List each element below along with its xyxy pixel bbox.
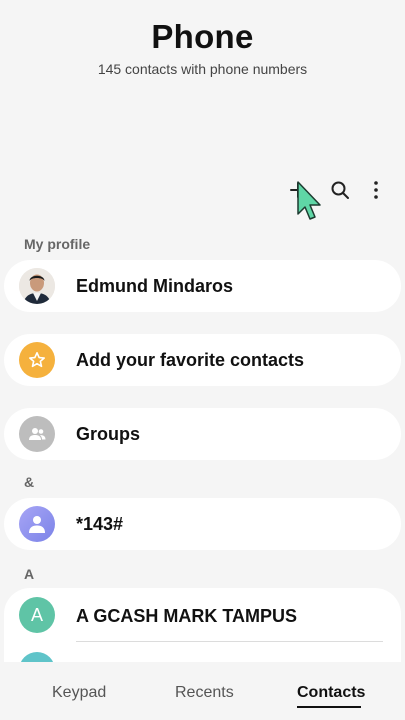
contact-name: *143# — [76, 514, 124, 534]
search-icon — [331, 181, 349, 199]
plus-icon — [290, 182, 306, 198]
section-label-my-profile: My profile — [24, 236, 91, 252]
more-vertical-icon — [374, 181, 378, 199]
contact-name[interactable]: A GCASH MARK TAMPUS — [76, 606, 297, 627]
add-favorites-card[interactable]: Add your favorite contacts — [4, 334, 401, 386]
contact-avatar: A — [19, 597, 55, 633]
profile-photo-icon — [19, 268, 55, 304]
section-label-a: A — [24, 566, 35, 582]
groups-label: Groups — [76, 424, 141, 444]
avatar — [19, 268, 55, 304]
groups-avatar — [19, 416, 55, 452]
divider — [76, 641, 383, 642]
contact-list-a: A A GCASH MARK TAMPUS — [4, 588, 401, 668]
profile-card[interactable]: Edmund Mindaros — [4, 260, 401, 312]
contact-initial: A — [30, 604, 43, 625]
person-icon — [29, 516, 45, 533]
contact-avatar — [19, 506, 55, 542]
contact-row[interactable]: *143# — [4, 498, 401, 550]
groups-card[interactable]: Groups — [4, 408, 401, 460]
group-icon — [29, 428, 46, 440]
tab-contacts[interactable]: Contacts — [297, 684, 365, 702]
profile-name: Edmund Mindaros — [76, 276, 233, 296]
favorites-avatar — [19, 342, 55, 378]
star-icon — [28, 351, 46, 368]
contacts-count: 145 contacts with phone numbers — [97, 61, 308, 77]
search-button[interactable] — [326, 176, 354, 204]
page-title: Phone — [151, 18, 254, 55]
more-options-button[interactable] — [362, 176, 390, 204]
tab-recents[interactable]: Recents — [175, 684, 234, 702]
active-tab-indicator — [297, 706, 361, 708]
section-label-ampersand: & — [24, 474, 35, 490]
add-contact-button[interactable] — [284, 176, 312, 204]
add-favorites-label: Add your favorite contacts — [76, 350, 305, 370]
tab-keypad[interactable]: Keypad — [52, 684, 106, 702]
bottom-navigation: Keypad Recents Contacts — [0, 662, 405, 720]
